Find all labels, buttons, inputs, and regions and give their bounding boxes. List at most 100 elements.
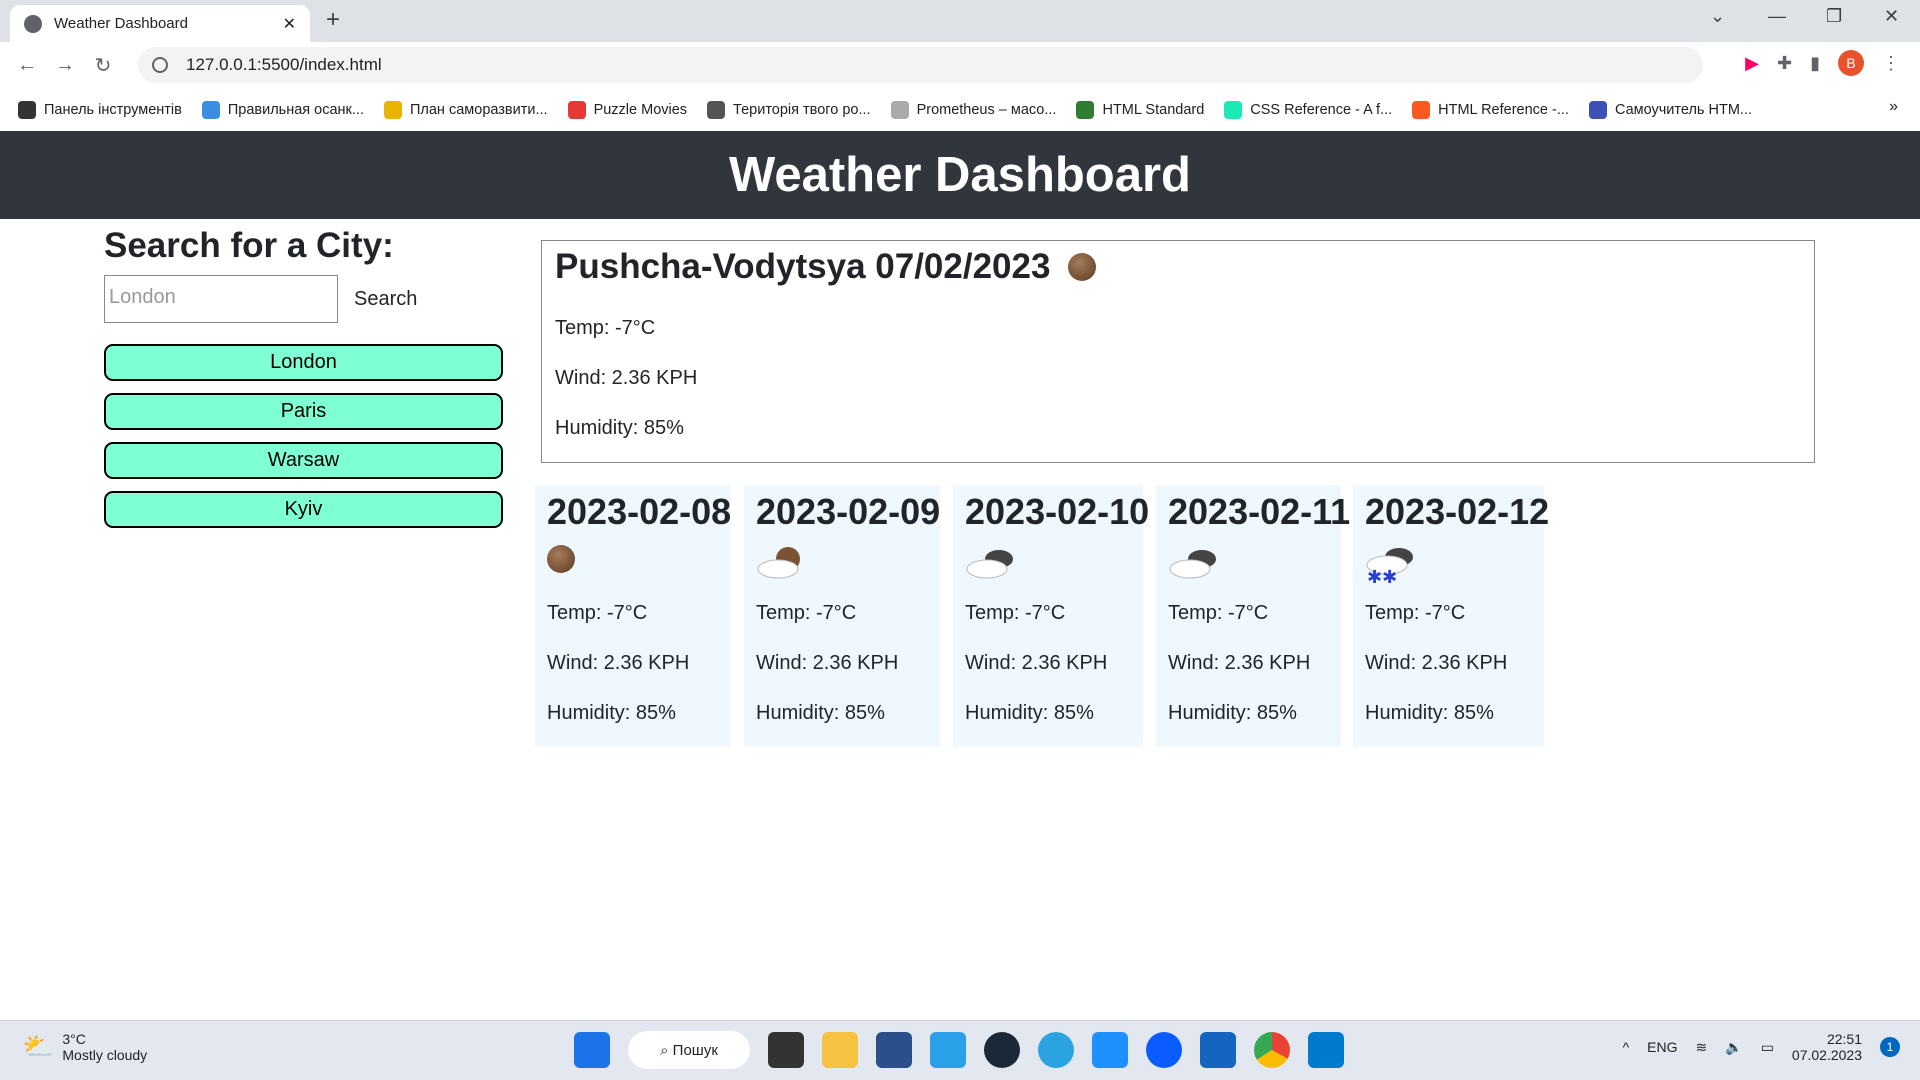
battery-icon[interactable]: ▭: [1761, 1039, 1774, 1056]
clock[interactable]: 22:51 07.02.2023: [1792, 1031, 1862, 1063]
store-icon[interactable]: [876, 1032, 912, 1068]
globe-icon: [24, 14, 42, 33]
more-bookmarks-icon[interactable]: »: [1889, 98, 1898, 116]
clear-night-icon: [1068, 253, 1097, 281]
taskbar: ⛅ 3°C Mostly cloudy ⌕ Пошук ^ ENG ≋ 🔈 ▭ 2…: [0, 1020, 1920, 1080]
city-search-input[interactable]: London: [104, 275, 338, 323]
forecast-card: 2023-02-10 Temp: -7°C Wind: 2.36 KPH Hum…: [953, 485, 1149, 747]
vpn-icon[interactable]: [1092, 1032, 1128, 1068]
bookmark-favicon-icon: [707, 100, 726, 119]
clear-night-icon: [547, 545, 575, 578]
address-toolbar: ← → ↻ 127.0.0.1:5500/index.html ▶ ✚ ▮ B …: [0, 42, 1920, 88]
forecast-date: 2023-02-11: [1168, 491, 1351, 532]
zoom-icon[interactable]: [1146, 1032, 1182, 1068]
close-window-button[interactable]: ✕: [1884, 6, 1899, 27]
bookmark-label: HTML Standard: [1102, 101, 1205, 118]
bookmark-item[interactable]: Самоучитель HTM...: [1588, 100, 1752, 119]
taskbar-weather[interactable]: ⛅ 3°C Mostly cloudy: [22, 1031, 147, 1063]
bookmark-item[interactable]: Панель інструментів: [18, 100, 182, 119]
telegram-icon[interactable]: [1038, 1032, 1074, 1068]
language-indicator[interactable]: ENG: [1647, 1039, 1677, 1055]
new-tab-button[interactable]: +: [326, 6, 340, 34]
back-icon[interactable]: ←: [8, 54, 46, 77]
bookmark-favicon-icon: [201, 100, 220, 119]
bookmark-item[interactable]: CSS Reference - A f...: [1224, 100, 1392, 119]
notification-badge[interactable]: 1: [1880, 1037, 1900, 1057]
task-view-icon[interactable]: [768, 1032, 804, 1068]
forecast-humidity: Humidity: 85%: [547, 702, 676, 724]
side-panel-icon[interactable]: ▮: [1810, 53, 1820, 74]
forecast-temp: Temp: -7°C: [756, 602, 857, 624]
bookmark-item[interactable]: Prometheus – масо...: [890, 100, 1057, 119]
forward-icon[interactable]: →: [46, 54, 84, 77]
forecast-temp: Temp: -7°C: [1365, 602, 1466, 624]
bookmark-label: Puzzle Movies: [593, 101, 688, 118]
bookmark-label: Prometheus – масо...: [916, 101, 1057, 118]
history-city-button[interactable]: London: [104, 344, 503, 381]
forecast-card: 2023-02-11 Temp: -7°C Wind: 2.36 KPH Hum…: [1156, 485, 1350, 747]
cloudy-icon: [965, 545, 1019, 584]
bookmark-label: HTML Reference -...: [1438, 101, 1569, 118]
search-title: Search for a City:: [104, 226, 394, 265]
start-icon[interactable]: [574, 1032, 610, 1068]
history-city-button[interactable]: Kyiv: [104, 491, 503, 528]
taskbar-search[interactable]: ⌕ Пошук: [628, 1031, 750, 1069]
forecast-date: 2023-02-08: [547, 491, 732, 532]
mail-icon[interactable]: [930, 1032, 966, 1068]
bookmark-favicon-icon: [1076, 100, 1095, 119]
chrome-icon[interactable]: [1254, 1032, 1290, 1068]
bookmark-item[interactable]: План саморазвити...: [383, 100, 548, 119]
forecast-wind: Wind: 2.36 KPH: [1365, 652, 1508, 674]
bookmark-item[interactable]: Територія твого ро...: [707, 100, 871, 119]
profile-avatar[interactable]: B: [1838, 50, 1864, 76]
forecast-humidity: Humidity: 85%: [756, 702, 885, 724]
vscode-icon[interactable]: [1308, 1032, 1344, 1068]
forecast-wind: Wind: 2.36 KPH: [756, 652, 899, 674]
forecast-wind: Wind: 2.36 KPH: [547, 652, 690, 674]
volume-icon[interactable]: 🔈: [1725, 1039, 1742, 1056]
wifi-icon[interactable]: ≋: [1696, 1039, 1708, 1056]
forecast-humidity: Humidity: 85%: [1365, 702, 1494, 724]
menu-icon[interactable]: ⋮: [1882, 53, 1900, 74]
restore-button[interactable]: ❐: [1826, 6, 1842, 27]
cloudy-icon: [1168, 545, 1222, 584]
steam-icon[interactable]: [984, 1032, 1020, 1068]
puzzle-icon[interactable]: ✚: [1777, 53, 1792, 74]
current-city-title: Pushcha-Vodytsya 07/02/2023: [555, 247, 1051, 286]
history-city-button[interactable]: Paris: [104, 393, 503, 430]
bookmark-item[interactable]: HTML Reference -...: [1412, 100, 1569, 119]
partly-cloudy-night-icon: [756, 545, 806, 584]
tab-search-icon[interactable]: ⌄: [1710, 6, 1725, 27]
forecast-humidity: Humidity: 85%: [1168, 702, 1297, 724]
bookmark-favicon-icon: [1224, 100, 1243, 119]
file-explorer-icon[interactable]: [822, 1032, 858, 1068]
forecast-card: 2023-02-12 ✱✱ Temp: -7°C Wind: 2.36 KPH …: [1353, 485, 1549, 747]
cloudy-icon: ⛅: [22, 1031, 55, 1061]
close-tab-icon[interactable]: ✕: [283, 14, 296, 34]
site-info-icon[interactable]: [152, 57, 168, 73]
address-bar[interactable]: 127.0.0.1:5500/index.html: [138, 47, 1703, 83]
tab-bar: Weather Dashboard ✕ + ⌄ — ❐ ✕: [0, 0, 1920, 42]
weather-desc: Mostly cloudy: [62, 1047, 148, 1063]
chevron-up-icon[interactable]: ^: [1623, 1039, 1630, 1055]
forecast-wind: Wind: 2.36 KPH: [965, 652, 1108, 674]
minimize-button[interactable]: —: [1768, 6, 1786, 27]
search-button[interactable]: Search: [354, 288, 417, 311]
url-text: 127.0.0.1:5500/index.html: [186, 55, 382, 74]
history-city-button[interactable]: Warsaw: [104, 442, 503, 479]
bookmark-item[interactable]: Правильная осанк...: [201, 100, 364, 119]
bookmark-favicon-icon: [890, 100, 909, 119]
browser-tab[interactable]: Weather Dashboard ✕: [10, 5, 310, 42]
weather-temp: 3°C: [62, 1031, 86, 1047]
current-humidity: Humidity: 85%: [555, 417, 684, 439]
extension-icon[interactable]: ▶: [1745, 53, 1759, 74]
bookmark-item[interactable]: HTML Standard: [1076, 100, 1205, 119]
page-header: Weather Dashboard: [0, 131, 1920, 219]
reload-icon[interactable]: ↻: [84, 53, 122, 78]
snow-icon: ✱✱: [1365, 545, 1419, 590]
bookmark-item[interactable]: Puzzle Movies: [567, 100, 688, 119]
slack-icon[interactable]: [1200, 1032, 1236, 1068]
bookmark-favicon-icon: [567, 100, 586, 119]
bookmarks-bar: Панель інструментів Правильная осанк... Пл…: [0, 88, 1920, 131]
bookmark-favicon-icon: [18, 100, 36, 119]
